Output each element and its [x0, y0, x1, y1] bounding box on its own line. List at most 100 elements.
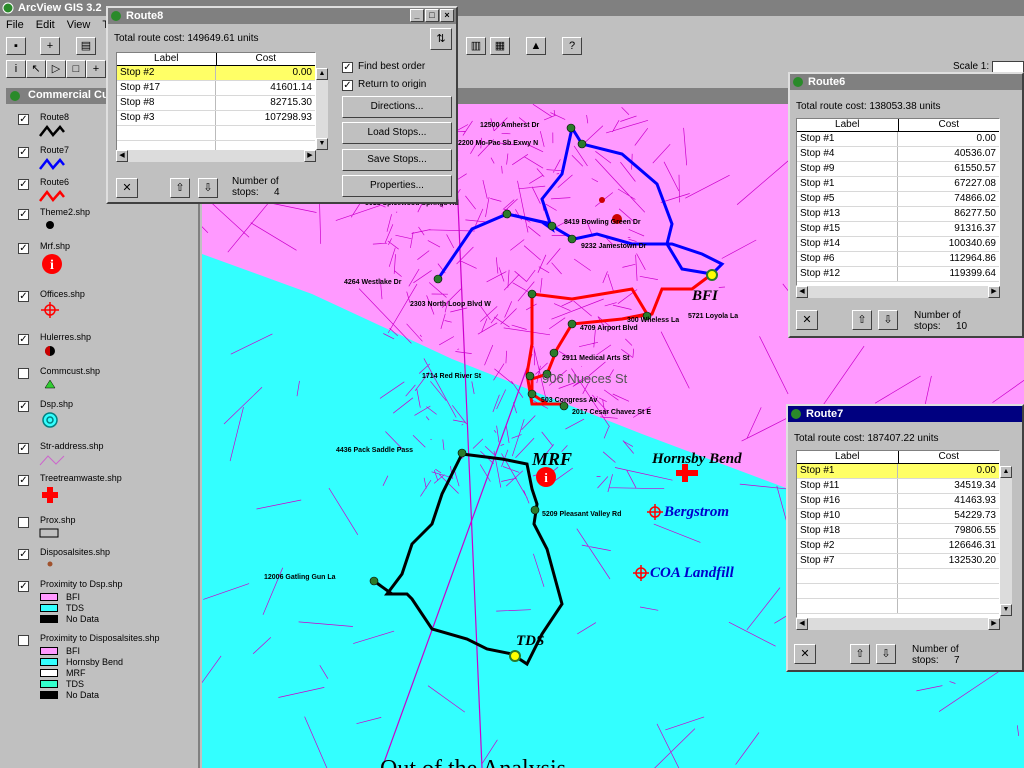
table-row[interactable]: Stop #5 74866.02	[797, 192, 999, 207]
load-stops-button[interactable]: Load Stops...	[342, 122, 452, 144]
table-row[interactable]: Stop #15 91316.37	[797, 222, 999, 237]
route8-vscroll[interactable]: ▲ ▼	[316, 68, 328, 150]
legend-item-label[interactable]: Prox.shp	[40, 515, 76, 525]
help-icon[interactable]: ?	[562, 37, 582, 55]
properties-button[interactable]: Properties...	[342, 175, 452, 197]
table-row[interactable]: Stop #2 0.00	[117, 66, 315, 81]
menu-file[interactable]: File	[6, 19, 24, 31]
legend-item-label[interactable]: Str-address.shp	[40, 441, 104, 451]
legend-checkbox[interactable]: ✓	[18, 581, 29, 592]
legend-item-label[interactable]: Dsp.shp	[40, 399, 73, 409]
legend-checkbox[interactable]: ✓	[18, 179, 29, 190]
legend-checkbox[interactable]: ✓	[18, 291, 29, 302]
pointer-icon[interactable]: ↖	[26, 60, 46, 78]
table-row[interactable]: Stop #8 82715.30	[117, 96, 315, 111]
route8-title-bar: Route8 _ □ ×	[108, 8, 456, 24]
legend-checkbox[interactable]: ✓	[18, 209, 29, 220]
menu-view[interactable]: View	[67, 19, 91, 31]
find-path-icon[interactable]: ▲	[526, 37, 546, 55]
legend-checkbox[interactable]: ✓	[18, 475, 29, 486]
legend-checkbox[interactable]: ✓	[18, 243, 29, 254]
legend-checkbox[interactable]: ✓	[18, 114, 29, 125]
legend-checkbox[interactable]: ✓	[18, 549, 29, 560]
route7-vscroll[interactable]: ▲ ▼	[1000, 466, 1012, 616]
legend-checkbox[interactable]: ✓	[18, 443, 29, 454]
delete-stop-icon[interactable]: ✕	[794, 644, 816, 664]
legend-item-label[interactable]: Mrf.shp	[40, 241, 70, 251]
layout-icon[interactable]: ▦	[490, 37, 510, 55]
legend-item-label[interactable]: Commcust.shp	[40, 366, 100, 376]
legend-item-label[interactable]: Route8	[40, 112, 69, 122]
table-row[interactable]: Stop #2 126646.31	[797, 539, 999, 554]
find-best-order-checkbox[interactable]: ✓	[342, 62, 353, 73]
table-row[interactable]: Stop #1 67227.08	[797, 177, 999, 192]
add-theme-icon[interactable]: +	[40, 37, 60, 55]
delete-stop-icon[interactable]: ✕	[796, 310, 818, 330]
move-down-icon[interactable]: ⇩	[878, 310, 898, 330]
legend-checkbox[interactable]	[18, 517, 29, 528]
theme-properties-icon[interactable]: ▤	[76, 37, 96, 55]
legend-item-label[interactable]: Route6	[40, 177, 69, 187]
legend-item-label[interactable]: Hulerres.shp	[40, 332, 91, 342]
route-solve-icon[interactable]: ⇅	[430, 28, 452, 50]
table-row[interactable]: Stop #4 40536.07	[797, 147, 999, 162]
table-row[interactable]: Stop #14 100340.69	[797, 237, 999, 252]
legend-item-label[interactable]: Treetreamwaste.shp	[40, 473, 122, 483]
stops-label: stops:	[232, 187, 259, 198]
table-row[interactable]: Stop #1 0.00	[797, 132, 999, 147]
select-feature-icon[interactable]: □	[66, 60, 86, 78]
move-up-icon[interactable]: ⇧	[852, 310, 872, 330]
table-row[interactable]: Stop #7 132530.20	[797, 554, 999, 569]
table-row	[797, 569, 999, 584]
table-row[interactable]: Stop #18 79806.55	[797, 524, 999, 539]
move-up-icon[interactable]: ⇧	[170, 178, 190, 198]
legend-class-label: No Data	[66, 690, 100, 700]
route6-hscroll[interactable]: ◀ ▶	[796, 286, 1000, 298]
legend-item-label[interactable]: Proximity to Disposalsites.shp	[40, 633, 160, 643]
bergstrom-label: Bergstrom	[663, 504, 729, 520]
minimize-button[interactable]: _	[410, 9, 424, 22]
chart-icon[interactable]: ▥	[466, 37, 486, 55]
vertex-edit-icon[interactable]: ▷	[46, 60, 66, 78]
stop-cost: 79806.55	[954, 525, 996, 536]
street-label: 4264 Westlake Dr	[344, 279, 402, 286]
legend-checkbox[interactable]	[18, 368, 29, 379]
close-button[interactable]: ×	[440, 9, 454, 22]
move-down-icon[interactable]: ⇩	[198, 178, 218, 198]
table-row[interactable]: Stop #1 0.00	[797, 464, 999, 479]
legend-item-label[interactable]: Disposalsites.shp	[40, 547, 110, 557]
table-row[interactable]: Stop #13 86277.50	[797, 207, 999, 222]
legend-checkbox[interactable]: ✓	[18, 147, 29, 158]
move-up-icon[interactable]: ⇧	[850, 644, 870, 664]
save-project-icon[interactable]: ▪	[6, 37, 26, 55]
legend-item-label[interactable]: Theme2.shp	[40, 207, 90, 217]
table-row[interactable]: Stop #11 34519.34	[797, 479, 999, 494]
table-row[interactable]: Stop #12 119399.64	[797, 267, 999, 282]
legend-class-swatch	[40, 669, 58, 677]
legend-checkbox[interactable]: ✓	[18, 334, 29, 345]
maximize-button[interactable]: □	[425, 9, 439, 22]
route8-hscroll[interactable]: ◀ ▶	[116, 150, 316, 162]
table-row[interactable]: Stop #10 54229.73	[797, 509, 999, 524]
directions-button[interactable]: Directions...	[342, 96, 452, 118]
table-row[interactable]: Stop #3 107298.93	[117, 111, 315, 126]
legend-item-label[interactable]: Proximity to Dsp.shp	[40, 579, 123, 589]
return-origin-checkbox[interactable]: ✓	[342, 80, 353, 91]
table-row[interactable]: Stop #16 41463.93	[797, 494, 999, 509]
legend-item-label[interactable]: Route7	[40, 145, 69, 155]
legend-checkbox[interactable]: ✓	[18, 401, 29, 412]
legend-checkbox[interactable]	[18, 635, 29, 646]
save-stops-button[interactable]: Save Stops...	[342, 149, 452, 171]
move-down-icon[interactable]: ⇩	[876, 644, 896, 664]
delete-stop-icon[interactable]: ✕	[116, 178, 138, 198]
street-label: 1714 Red River St	[422, 373, 482, 380]
table-row[interactable]: Stop #17 41601.14	[117, 81, 315, 96]
legend-item-label[interactable]: Offices.shp	[40, 289, 85, 299]
stop-cost: 132530.20	[948, 555, 996, 566]
table-row[interactable]: Stop #9 61550.57	[797, 162, 999, 177]
menu-edit[interactable]: Edit	[36, 19, 55, 31]
route7-hscroll[interactable]: ◀ ▶	[796, 618, 1000, 630]
identify-icon[interactable]: i	[6, 60, 26, 78]
zoom-in-icon[interactable]: +	[86, 60, 106, 78]
table-row[interactable]: Stop #6 112964.86	[797, 252, 999, 267]
